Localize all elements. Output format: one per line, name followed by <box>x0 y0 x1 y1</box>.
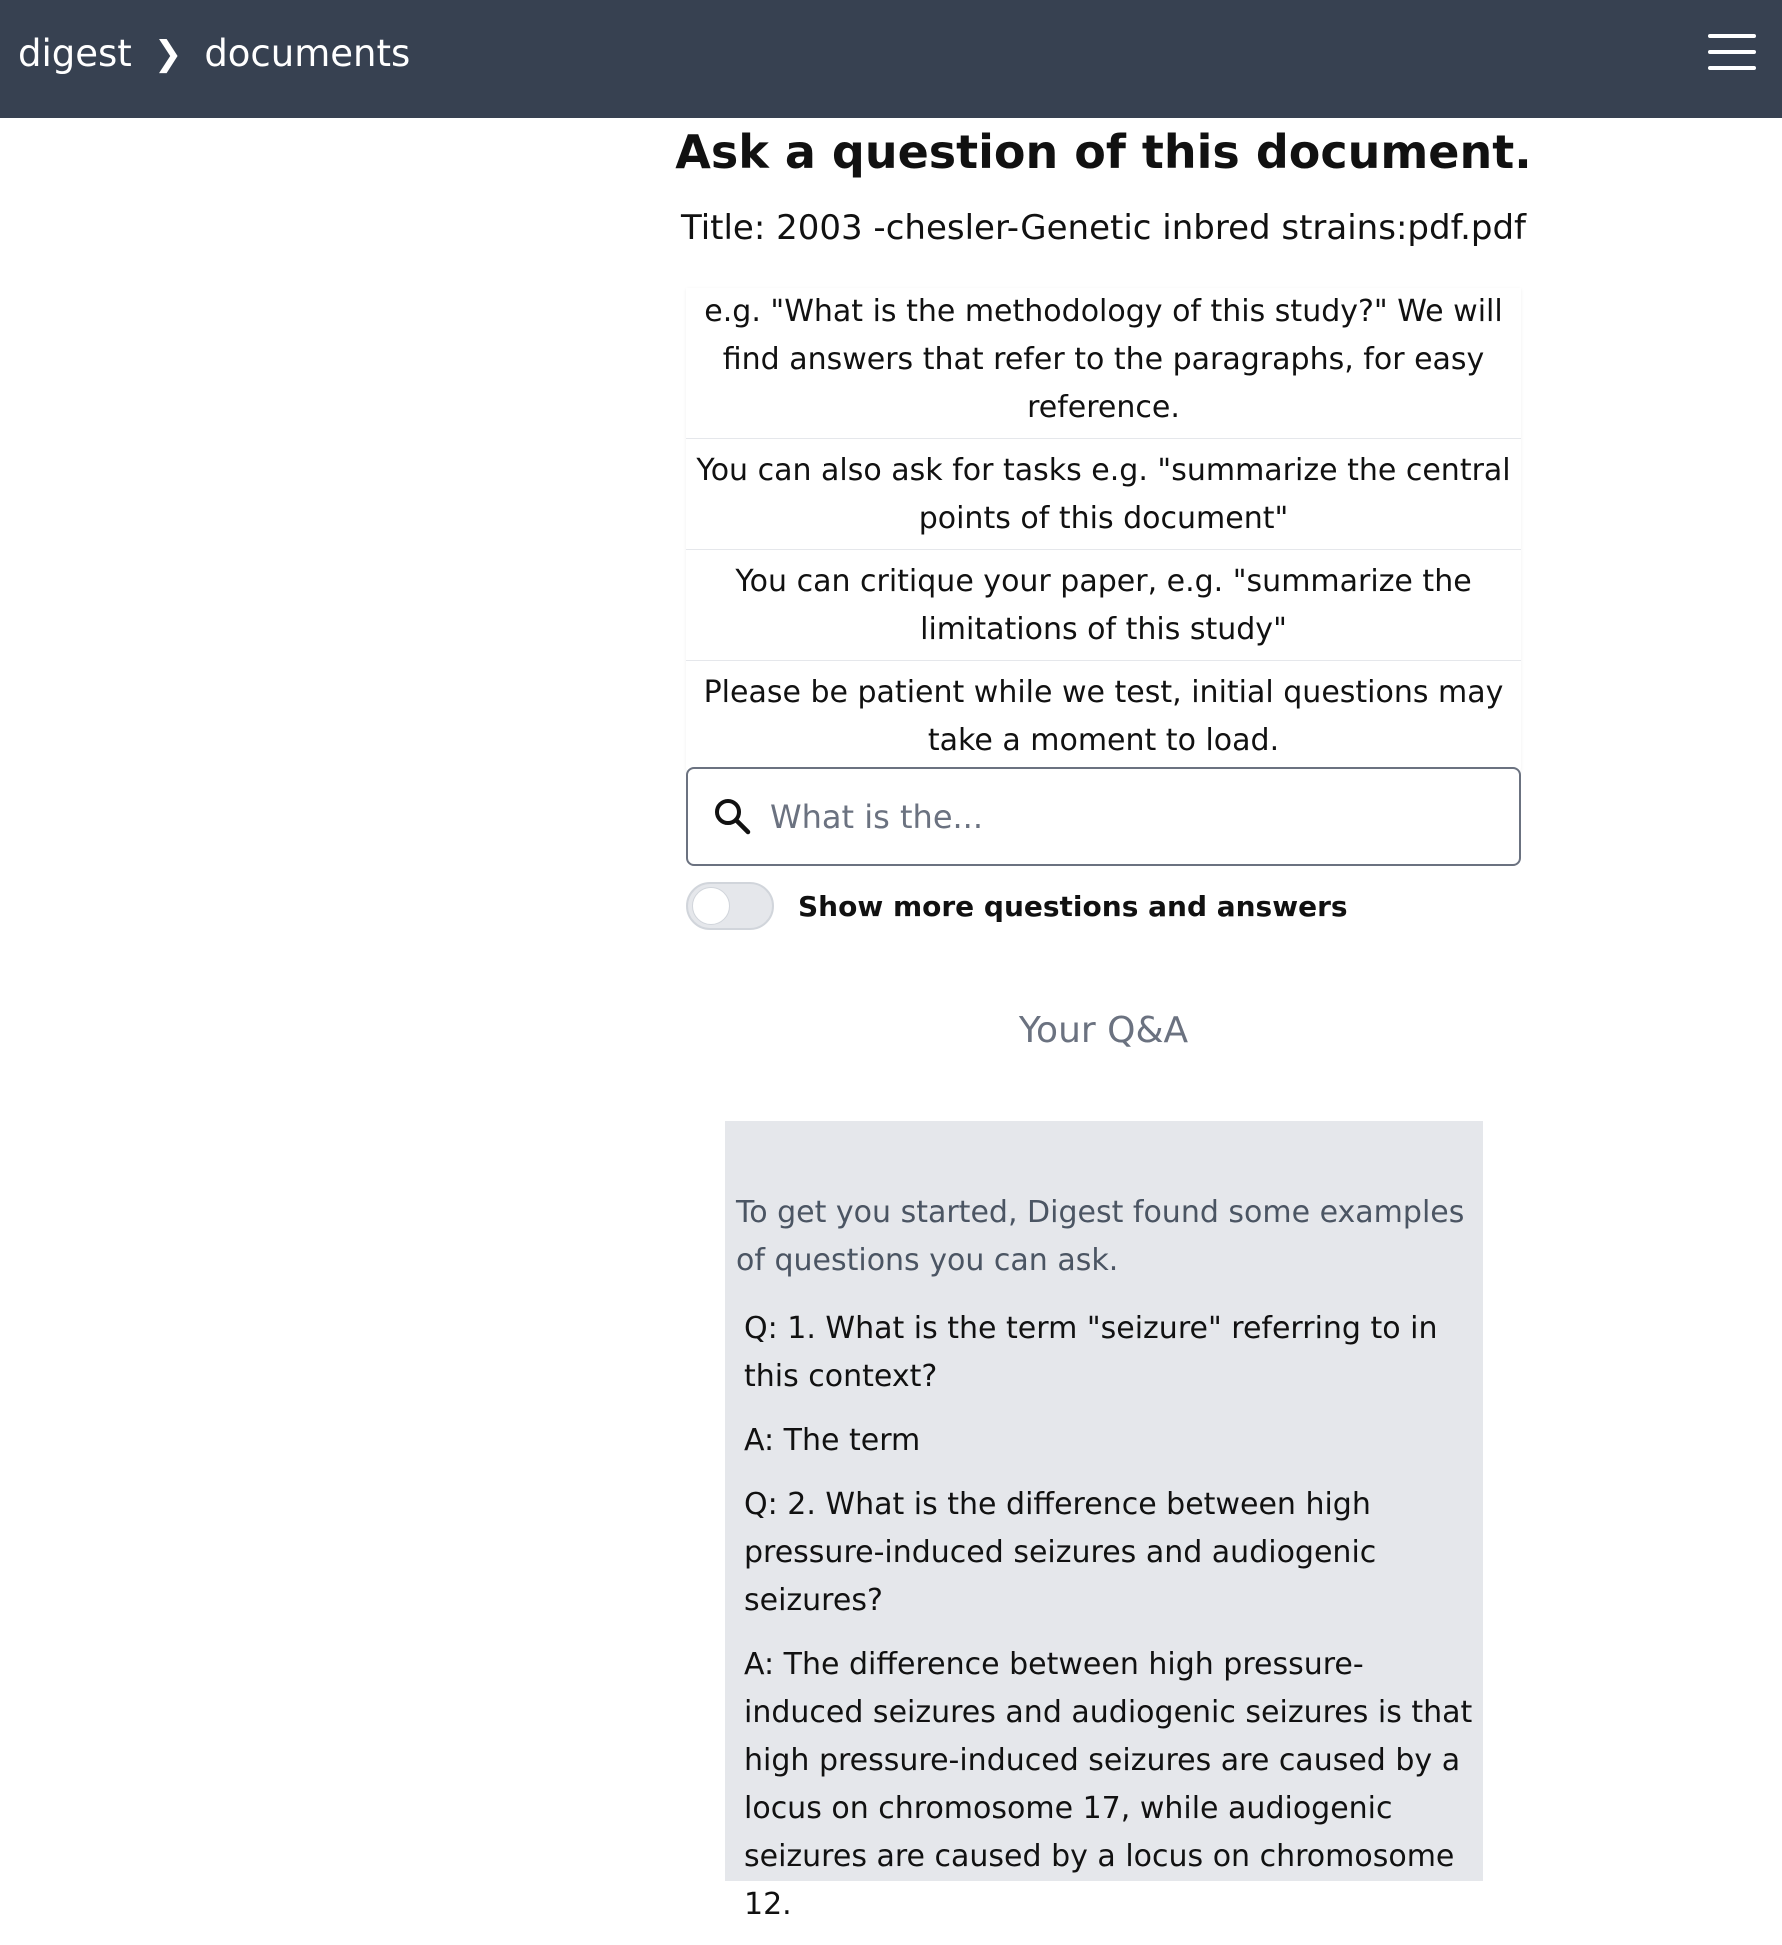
breadcrumb-documents-link[interactable]: documents <box>204 32 410 76</box>
breadcrumb-digest-link[interactable]: digest <box>18 32 132 76</box>
tips-list: e.g. "What is the methodology of this st… <box>686 288 1521 779</box>
question-search-box[interactable] <box>686 767 1521 866</box>
show-more-toggle[interactable] <box>686 882 774 930</box>
qa-question: Q: 1. What is the term "seizure" referri… <box>744 1311 1438 1394</box>
qa-section-heading: Your Q&A <box>1018 1010 1189 1051</box>
search-icon <box>715 799 751 835</box>
hamburger-menu-icon[interactable] <box>1708 34 1756 72</box>
qa-card: To get you started, Digest found some ex… <box>725 1121 1483 1922</box>
top-nav-bar: digest ❯ documents <box>0 0 1782 118</box>
show-more-toggle-label[interactable]: Show more questions and answers <box>798 890 1348 923</box>
qa-question: Q: 2. What is the difference between hig… <box>744 1487 1377 1618</box>
tip-item: You can also ask for tasks e.g. "summari… <box>686 439 1521 550</box>
qa-answer: A: The term <box>744 1423 921 1458</box>
tip-item: Please be patient while we test, initial… <box>703 675 1504 758</box>
question-input[interactable] <box>768 787 1488 847</box>
breadcrumb-separator-icon: ❯ <box>153 34 183 74</box>
tip-item: You can critique your paper, e.g. "summa… <box>686 550 1521 661</box>
document-title: Title: 2003 -chesler-Genetic inbred stra… <box>680 208 1527 248</box>
tip-item: e.g. "What is the methodology of this st… <box>686 288 1521 439</box>
qa-answer: A: The difference between high pressure-… <box>744 1647 1473 1922</box>
show-more-toggle-row: Show more questions and answers <box>686 882 1348 930</box>
qa-list: Q: 1. What is the term "seizure" referri… <box>744 1305 1480 1945</box>
qa-intro-text: To get you started, Digest found some ex… <box>736 1195 1465 1278</box>
page-title: Ask a question of this document. <box>675 125 1532 179</box>
toggle-knob <box>692 887 730 925</box>
breadcrumb: digest ❯ documents <box>18 32 410 76</box>
